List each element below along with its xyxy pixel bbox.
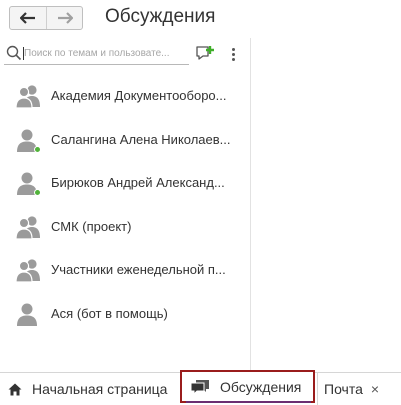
arrow-right-icon — [57, 12, 73, 24]
panel-divider — [250, 38, 251, 372]
user-icon — [17, 303, 37, 326]
search-icon[interactable] — [6, 45, 22, 61]
chat-icon — [190, 379, 209, 395]
search-input[interactable] — [24, 44, 187, 63]
tab-home[interactable]: Начальная страница — [0, 373, 176, 405]
tab-discussions-label: Обсуждения — [220, 378, 302, 395]
forward-button[interactable] — [46, 7, 82, 29]
list-item-label: Салангина Алена Николаев... — [51, 131, 231, 147]
discussion-list: Академия Документооборо... Салангина Але… — [0, 74, 250, 336]
list-item-label: СМК (проект) — [51, 218, 132, 234]
list-item[interactable]: Академия Документооборо... — [0, 74, 250, 118]
tab-mail[interactable]: Почта × — [317, 373, 401, 405]
group-icon — [15, 85, 40, 108]
tab-discussions[interactable]: Обсуждения — [180, 370, 315, 403]
group-icon — [15, 216, 40, 239]
navigation-buttons — [9, 6, 83, 30]
search-box — [4, 43, 189, 65]
more-vertical-icon — [231, 47, 235, 51]
list-item[interactable]: Салангина Алена Николаев... — [0, 118, 250, 162]
online-status-dot — [34, 145, 41, 153]
list-item-label: Академия Документооборо... — [51, 88, 227, 103]
list-item[interactable]: СМК (проект) — [0, 205, 250, 249]
list-item[interactable]: Бирюков Андрей Александ... — [0, 161, 250, 205]
home-icon — [8, 383, 22, 395]
new-chat-icon[interactable] — [195, 44, 215, 64]
bottom-tab-bar: Начальная страница Обсуждения Почта × — [0, 370, 401, 405]
arrow-left-icon — [20, 12, 35, 24]
list-item-label: Участники еженедельной п... — [51, 262, 226, 278]
close-icon[interactable]: × — [371, 381, 379, 397]
list-item-label: Ася (бот в помощь) — [51, 305, 168, 321]
header: Обсуждения — [0, 0, 401, 38]
list-item[interactable]: Участники еженедельной п... — [0, 248, 250, 292]
active-tab-indicator — [186, 401, 311, 403]
list-item[interactable]: Ася (бот в помощь) — [0, 292, 250, 336]
tab-home-label: Начальная страница — [32, 381, 168, 397]
tab-mail-label: Почта — [324, 381, 363, 397]
back-button[interactable] — [10, 7, 46, 29]
more-menu-button[interactable] — [226, 44, 240, 64]
group-icon — [15, 259, 40, 283]
list-item-label: Бирюков Андрей Александ... — [51, 175, 225, 191]
page-title: Обсуждения — [105, 6, 216, 27]
